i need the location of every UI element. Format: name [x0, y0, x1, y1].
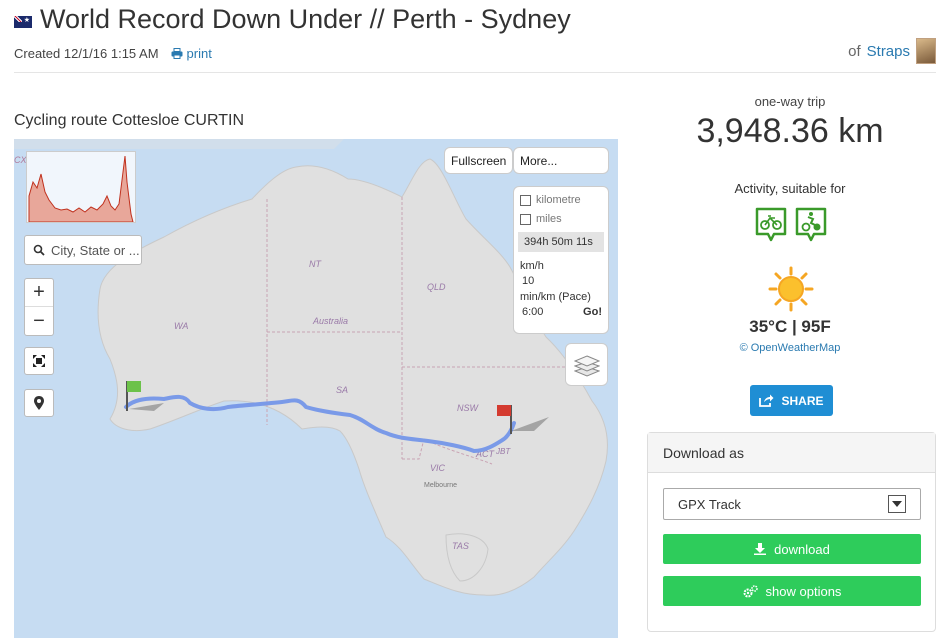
- location-pin-icon: [34, 396, 44, 410]
- units-panel: kilometre miles 394h 50m 11s km/h 10 min…: [513, 186, 609, 334]
- share-button[interactable]: SHARE: [750, 385, 833, 416]
- print-link[interactable]: print: [171, 46, 212, 61]
- page: World Record Down Under // Perth - Sydne…: [0, 0, 944, 638]
- pace-input[interactable]: 6:00: [520, 306, 566, 318]
- layers-button[interactable]: [565, 343, 608, 386]
- download-label: download: [774, 541, 830, 557]
- print-label: print: [186, 46, 212, 61]
- elevation-profile[interactable]: [26, 151, 136, 223]
- route-map[interactable]: CX NT QLD WA Australia SA NSW VIC ACT JB…: [14, 139, 618, 638]
- printer-icon: [171, 48, 183, 59]
- miles-checkbox[interactable]: [520, 213, 531, 225]
- locate-button[interactable]: [24, 389, 54, 417]
- expand-icon: [33, 355, 45, 367]
- elevation-chart: [28, 155, 134, 223]
- show-options-label: show options: [765, 583, 842, 599]
- meta-row: Created 12/1/16 1:15 AM print: [14, 46, 212, 61]
- sunny-weather-icon: [768, 266, 814, 317]
- gears-icon: [743, 584, 758, 597]
- duration-readout: 394h 50m 11s: [518, 232, 604, 252]
- trip-type-label: one-way trip: [754, 94, 826, 109]
- share-icon: [759, 394, 774, 407]
- fit-route-button[interactable]: [24, 347, 54, 375]
- route-title: Cycling route Cottesloe CURTIN: [14, 112, 245, 129]
- speed-input[interactable]: 10: [520, 275, 566, 287]
- start-flag-icon: [126, 381, 164, 411]
- activity-label: Activity, suitable for: [734, 181, 846, 196]
- created-date: Created 12/1/16 1:15 AM: [14, 46, 159, 61]
- more-button[interactable]: More...: [513, 147, 609, 174]
- author-link[interactable]: Straps: [867, 43, 910, 60]
- header-divider: [14, 72, 936, 73]
- australia-flag-icon: [14, 15, 32, 28]
- page-title: World Record Down Under // Perth - Sydne…: [40, 4, 571, 34]
- miles-option[interactable]: miles: [520, 213, 602, 225]
- kilometre-checkbox[interactable]: [520, 194, 531, 206]
- show-options-button[interactable]: show options: [663, 576, 921, 606]
- elevation-area: [28, 155, 134, 223]
- pace-row: 6:00 Go!: [520, 306, 602, 318]
- format-selected: GPX Track: [678, 496, 741, 512]
- download-panel: Download as GPX Track download show opti…: [647, 432, 936, 632]
- pace-label: min/km (Pace): [520, 291, 591, 303]
- mountain-bike-icon: [795, 207, 827, 243]
- search-input[interactable]: City, State or ...: [51, 243, 140, 258]
- activity-icons: [755, 207, 827, 243]
- avatar[interactable]: [916, 38, 936, 64]
- trip-distance: 3,948.36 km: [696, 112, 884, 150]
- layers-icon: [573, 354, 600, 377]
- author-prefix: of: [848, 42, 861, 60]
- temperature: 35°C | 95F: [749, 317, 831, 336]
- zoom-in-button[interactable]: +: [25, 279, 53, 307]
- bicycle-icon: [755, 207, 787, 243]
- location-search[interactable]: City, State or ...: [24, 235, 142, 265]
- download-heading: Download as: [648, 433, 935, 473]
- download-icon: [754, 543, 767, 555]
- kilometre-option[interactable]: kilometre: [520, 194, 602, 206]
- route-line: [124, 394, 516, 453]
- chevron-down-icon: [888, 495, 906, 513]
- miles-label: miles: [536, 213, 562, 225]
- speed-label: km/h: [520, 260, 544, 272]
- search-icon: [33, 244, 45, 256]
- zoom-out-button[interactable]: −: [25, 307, 53, 335]
- share-label: SHARE: [781, 393, 824, 408]
- download-button[interactable]: download: [663, 534, 921, 564]
- go-button[interactable]: Go!: [583, 306, 602, 318]
- format-select[interactable]: GPX Track: [663, 488, 921, 520]
- speed-row: 10: [520, 275, 602, 287]
- weather-source-link[interactable]: © OpenWeatherMap: [640, 342, 940, 354]
- end-flag-icon: [497, 405, 549, 434]
- kilometre-label: kilometre: [536, 194, 581, 206]
- zoom-control: + −: [24, 278, 54, 336]
- fullscreen-button[interactable]: Fullscreen: [444, 147, 514, 174]
- author: of Straps: [848, 38, 936, 64]
- title-row: World Record Down Under // Perth - Sydne…: [14, 4, 571, 35]
